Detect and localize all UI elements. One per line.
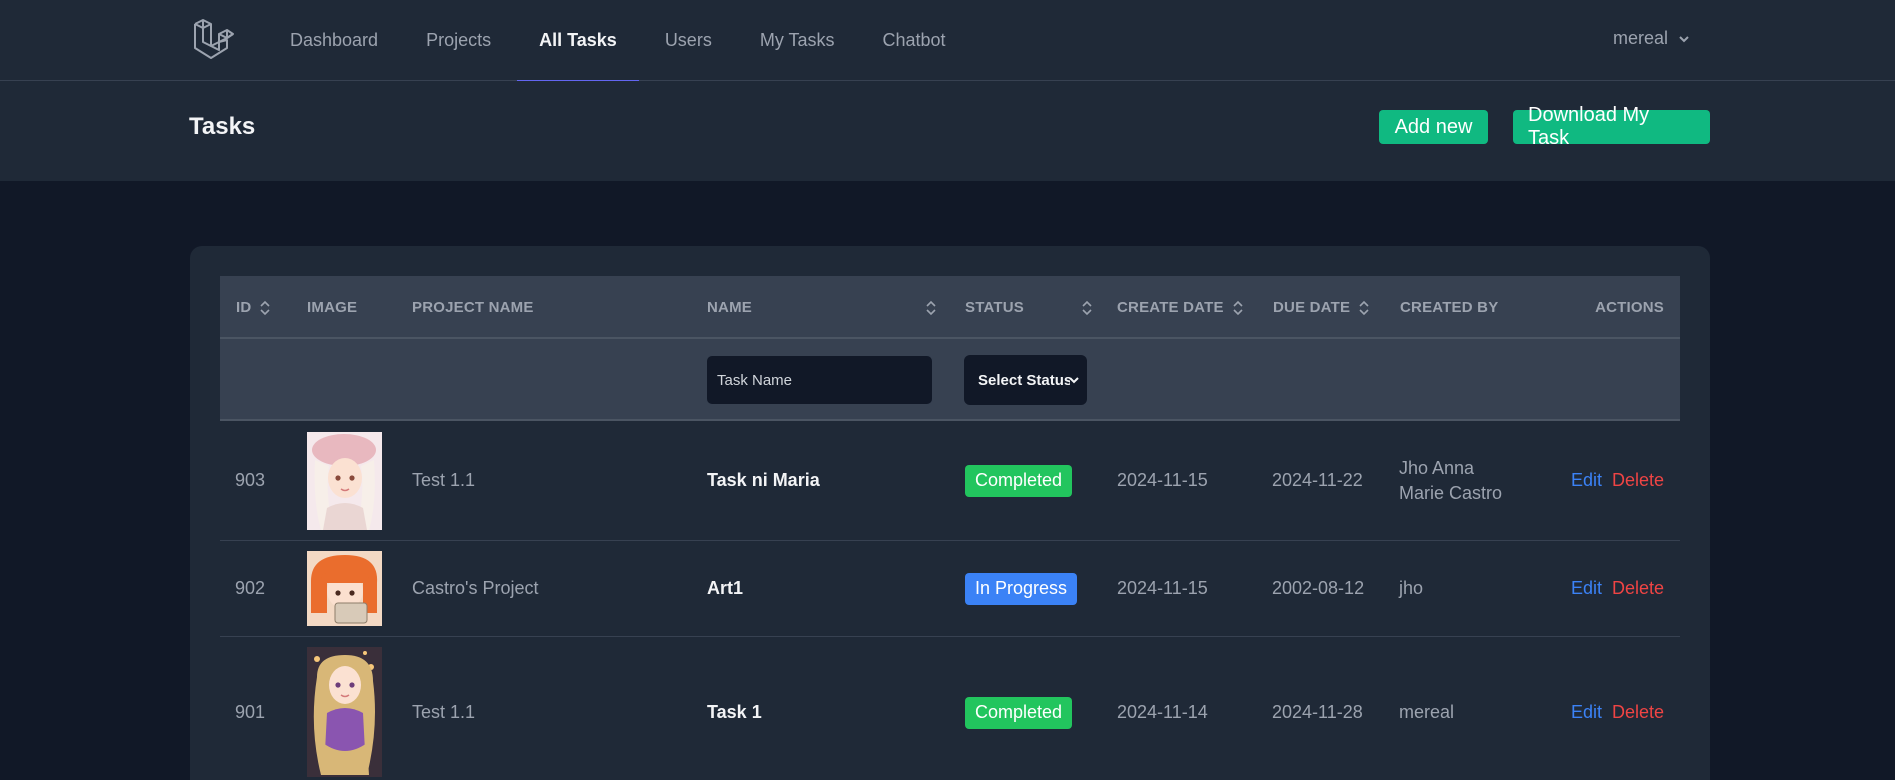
column-label: ID xyxy=(236,299,252,316)
create-date: 2024-11-15 xyxy=(1117,578,1208,598)
sort-icon xyxy=(1082,300,1092,315)
nav-item-my-tasks[interactable]: My Tasks xyxy=(736,0,859,81)
column-label: PROJECT NAME xyxy=(412,299,534,316)
column-label: IMAGE xyxy=(307,299,358,316)
task-name[interactable]: Task 1 xyxy=(707,637,762,780)
task-image xyxy=(307,647,382,777)
download-my-task-button[interactable]: Download My Task xyxy=(1513,104,1710,149)
table-row: 901 Test 1.1 Task 1 Completed 2024-11-14… xyxy=(220,637,1680,780)
page-title: Tasks xyxy=(189,113,256,140)
status-cell: In Progress xyxy=(965,541,1078,636)
project-name: Castro's Project xyxy=(412,578,539,598)
column-label: ACTIONS xyxy=(1595,299,1664,316)
status-select-value: Select Status xyxy=(978,371,1070,389)
add-new-button[interactable]: Add new xyxy=(1379,110,1488,144)
nav-links: Dashboard Projects All Tasks Users My Ta… xyxy=(266,0,970,82)
sort-icon xyxy=(1359,300,1369,315)
column-actions: ACTIONS xyxy=(1595,276,1664,339)
status-badge: Completed xyxy=(965,464,1073,497)
nav-item-all-tasks[interactable]: All Tasks xyxy=(515,0,641,82)
column-project-name: PROJECT NAME xyxy=(412,276,534,339)
column-due-date[interactable]: DUE DATE xyxy=(1273,276,1370,339)
status-badge: Completed xyxy=(965,696,1073,729)
filter-row: Select Status xyxy=(220,339,1680,421)
task-image xyxy=(307,551,382,626)
edit-link[interactable]: Edit xyxy=(1571,578,1602,599)
status-cell: Completed xyxy=(965,637,1073,780)
status-cell: Completed xyxy=(965,421,1073,540)
chevron-down-icon xyxy=(1069,377,1079,384)
status-filter-select[interactable]: Select Status xyxy=(964,355,1087,405)
table-row: 902 Castro's Project Art1 In Progress 20… xyxy=(220,541,1680,637)
column-name[interactable]: NAME xyxy=(707,276,937,339)
due-date: 2002-08-12 xyxy=(1272,578,1365,598)
task-name[interactable]: Task ni Maria xyxy=(707,421,820,540)
delete-link[interactable]: Delete xyxy=(1612,470,1664,491)
column-id[interactable]: ID xyxy=(236,276,271,339)
edit-link[interactable]: Edit xyxy=(1571,702,1602,723)
column-label: CREATED BY xyxy=(1400,299,1499,316)
edit-link[interactable]: Edit xyxy=(1571,470,1602,491)
task-id: 903 xyxy=(235,470,266,490)
nav-item-chatbot[interactable]: Chatbot xyxy=(859,0,970,81)
column-label: NAME xyxy=(707,299,752,316)
top-navbar: Dashboard Projects All Tasks Users My Ta… xyxy=(0,0,1895,82)
delete-link[interactable]: Delete xyxy=(1612,578,1664,599)
column-image: IMAGE xyxy=(307,276,357,339)
tasks-card: ID IMAGE PROJECT NAME NAME STATUS CREATE… xyxy=(190,246,1710,780)
create-date: 2024-11-15 xyxy=(1117,470,1208,490)
project-name: Test 1.1 xyxy=(412,702,476,722)
created-by: Jho Anna Marie Castro xyxy=(1399,457,1503,503)
laravel-logo-icon[interactable] xyxy=(193,18,235,62)
user-name: mereal xyxy=(1613,28,1669,48)
column-label: CREATE DATE xyxy=(1117,299,1224,316)
row-actions: Edit Delete xyxy=(1571,541,1664,636)
task-id: 901 xyxy=(235,702,266,722)
row-actions: Edit Delete xyxy=(1571,421,1664,540)
user-menu[interactable]: mereal xyxy=(1613,28,1690,49)
project-name: Test 1.1 xyxy=(412,470,476,490)
sort-icon xyxy=(260,300,270,315)
task-name-filter-input[interactable] xyxy=(706,355,933,405)
nav-item-projects[interactable]: Projects xyxy=(402,0,515,81)
column-status[interactable]: STATUS xyxy=(965,276,1093,339)
created-by: jho xyxy=(1399,578,1424,598)
due-date: 2024-11-28 xyxy=(1272,702,1363,722)
task-thumbnail xyxy=(307,647,382,777)
nav-item-dashboard[interactable]: Dashboard xyxy=(266,0,402,81)
task-name[interactable]: Art1 xyxy=(707,541,743,636)
page-header: Tasks Add new Download My Task xyxy=(0,81,1895,181)
column-label: DUE DATE xyxy=(1273,299,1351,316)
table-row: 903 Test 1.1 Task ni Maria Completed 202… xyxy=(220,421,1680,541)
task-thumbnail xyxy=(307,432,382,530)
task-id: 902 xyxy=(235,578,266,598)
tasks-table: ID IMAGE PROJECT NAME NAME STATUS CREATE… xyxy=(220,276,1680,780)
chevron-down-icon xyxy=(1679,35,1689,42)
row-actions: Edit Delete xyxy=(1571,637,1664,780)
created-by: mereal xyxy=(1399,702,1455,722)
column-create-date[interactable]: CREATE DATE xyxy=(1117,276,1244,339)
table-header: ID IMAGE PROJECT NAME NAME STATUS CREATE… xyxy=(220,276,1680,339)
sort-icon xyxy=(926,300,936,315)
column-created-by: CREATED BY xyxy=(1400,276,1498,339)
task-thumbnail xyxy=(307,551,382,626)
delete-link[interactable]: Delete xyxy=(1612,702,1664,723)
column-label: STATUS xyxy=(965,299,1024,316)
status-badge: In Progress xyxy=(965,572,1078,605)
due-date: 2024-11-22 xyxy=(1272,470,1363,490)
task-image xyxy=(307,432,382,530)
create-date: 2024-11-14 xyxy=(1117,702,1208,722)
nav-item-users[interactable]: Users xyxy=(641,0,736,81)
sort-icon xyxy=(1233,300,1243,315)
